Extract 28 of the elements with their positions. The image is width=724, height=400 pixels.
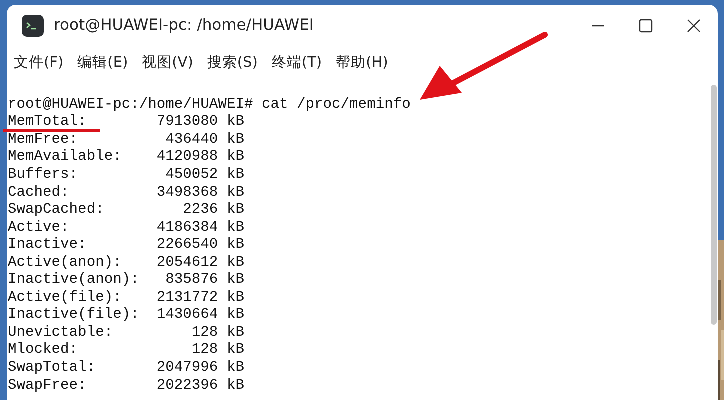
output-line: Inactive: 2266540 kB (8, 238, 244, 252)
output-line: MemFree: 436440 kB (8, 132, 244, 147)
output-line: Active(file): 2131772 kB (8, 290, 244, 305)
close-icon (687, 19, 701, 33)
output-line: MemTotal: 7913080 kB (8, 115, 244, 130)
menu-item[interactable]: 搜索(S) (202, 52, 263, 74)
output-line: Cached: 3498368 kB (8, 186, 244, 200)
menu-item[interactable]: 文件(F) (9, 52, 69, 74)
output-line: Inactive(anon): 835876 kB (8, 273, 244, 288)
output-line: Unevictable: 128 kB (8, 326, 244, 340)
menu-item[interactable]: 编辑(E) (72, 52, 134, 74)
menu-item[interactable]: 视图(V) (137, 52, 198, 74)
output-line: SwapTotal: 2047996 kB (8, 361, 244, 375)
output-line: Active(anon): 2054612 kB (8, 256, 244, 270)
output-line: MemAvailable: 4120988 kB (8, 150, 244, 164)
output-line: Active: 4186384 kB (8, 220, 244, 235)
menu-item[interactable]: 帮助(H) (331, 52, 394, 74)
command-line: root@HUAWEI-pc:/home/HUAWEI# cat /proc/meminfo (8, 98, 411, 112)
output-line: Mlocked: 128 kB (8, 343, 244, 358)
output-line: SwapCached: 2236 kB (8, 203, 244, 218)
output-line: SwapFree: 2022396 kB (8, 378, 244, 393)
terminal-icon (22, 15, 44, 37)
output-line: Inactive(file): 1430664 kB (8, 308, 244, 322)
menu-item[interactable]: 终端(T) (266, 52, 328, 74)
output-line: Buffers: 450052 kB (8, 168, 244, 182)
window-title: root@HUAWEI-pc: /home/HUAWEI (54, 15, 314, 36)
scrollbar[interactable] (711, 85, 717, 325)
maximize-icon (639, 19, 653, 33)
